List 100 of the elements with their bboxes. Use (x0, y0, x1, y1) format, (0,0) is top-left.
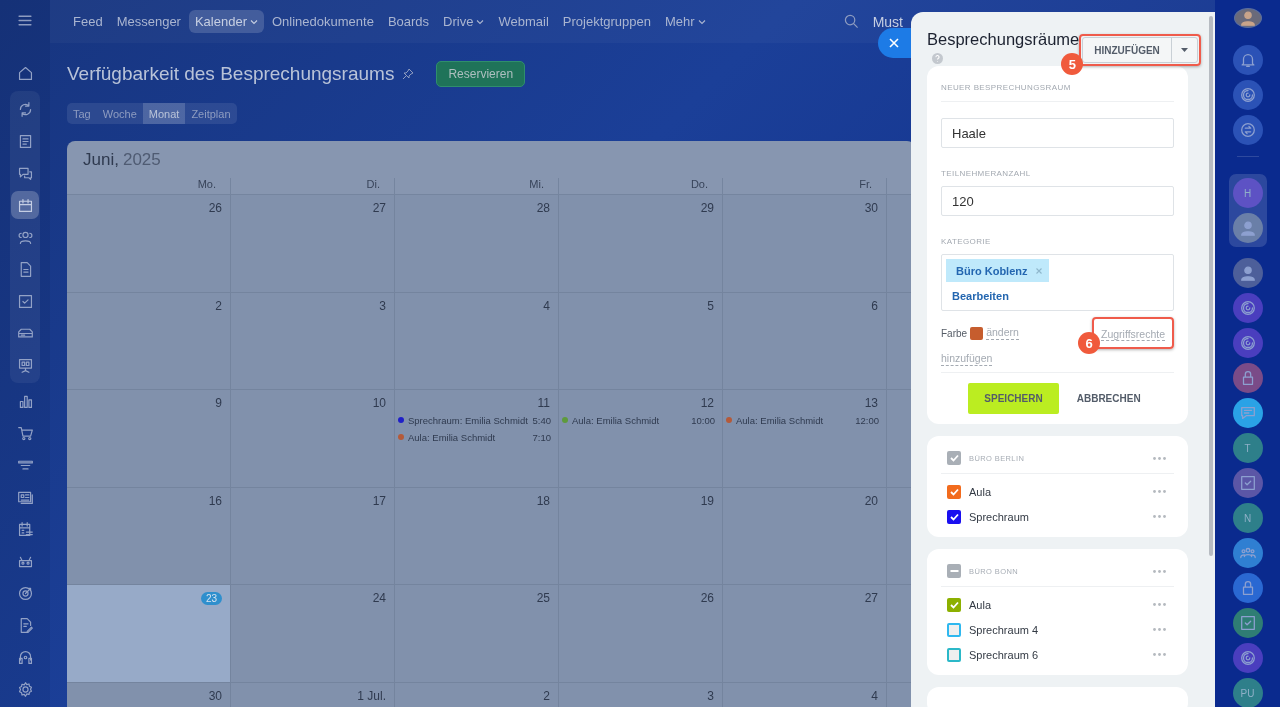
text-field[interactable]: Haale (941, 118, 1174, 148)
calendar-day-cell[interactable]: 29 (559, 195, 723, 293)
calendar-day-cell[interactable]: 11 Sprechraum: Emilia Schmidt 5:40 Aula: Emilia Schmidt 7:10 (395, 390, 559, 488)
scrollbar[interactable] (1209, 16, 1213, 556)
day-number: 4 (871, 688, 878, 703)
calendar-day-cell[interactable]: 1 Jul. (231, 682, 395, 707)
view-tab[interactable]: Zeitplan (185, 103, 237, 124)
sidebar-button[interactable] (1232, 398, 1263, 428)
calendar-day-cell[interactable]: 18 (395, 487, 559, 585)
calendar-day-cell[interactable]: 23 (67, 585, 231, 683)
save-button[interactable]: SPEICHERN (968, 383, 1059, 414)
reserve-button[interactable]: Reservieren (436, 61, 526, 87)
user-avatar[interactable]: T (1232, 433, 1263, 463)
calendar-day-cell[interactable]: 3 (559, 682, 723, 707)
checkbox[interactable] (947, 597, 961, 612)
section-heading: NEUER BESPRECHUNGSRAUM (941, 83, 1072, 92)
day-number: 19 (700, 493, 714, 508)
view-tab[interactable]: Woche (96, 103, 143, 124)
category-field[interactable]: Büro Koblenz Bearbeiten (941, 254, 1174, 311)
user-avatar[interactable]: N (1232, 503, 1263, 533)
calendar-day-cell[interactable]: 16 (67, 487, 231, 585)
sidebar-button[interactable] (1232, 573, 1263, 603)
user-name[interactable]: Must (872, 14, 903, 29)
calendar-day-cell[interactable]: 19 (559, 487, 723, 585)
checkbox[interactable] (947, 451, 961, 465)
calendar-day-cell[interactable]: 25 (395, 585, 559, 683)
sidebar-button[interactable] (1232, 538, 1263, 568)
text-field[interactable]: 120 (941, 186, 1174, 216)
calendar-day-cell[interactable]: 4 (723, 682, 887, 707)
sidebar-button[interactable] (1232, 293, 1263, 323)
calendar-day-cell[interactable]: 12 Aula: Emilia Schmidt 10:00 (559, 390, 723, 488)
add-link[interactable]: hinzufügen (941, 352, 993, 366)
sidebar-button[interactable] (1232, 608, 1263, 638)
calendar-day-cell[interactable]: 13 Aula: Emilia Schmidt 12:00 (723, 390, 887, 488)
person-icon (1238, 219, 1257, 237)
view-tab[interactable]: Monat (142, 103, 186, 124)
sidebar-button[interactable] (1232, 468, 1263, 498)
calendar-day-cell[interactable]: 2 (67, 292, 231, 390)
calendar-day-cell[interactable]: 2 (395, 682, 559, 707)
sidebar-button[interactable] (1232, 328, 1263, 358)
calendar-day-cell[interactable]: 24 (231, 585, 395, 683)
event-title[interactable]: Aula: Emilia Schmidt (736, 414, 856, 426)
nav-item[interactable]: Boards (381, 10, 436, 33)
user-avatar[interactable] (1233, 8, 1262, 28)
sidebar-button[interactable] (1232, 643, 1263, 673)
user-avatar[interactable] (1232, 258, 1263, 288)
sidebar-button[interactable] (1232, 363, 1263, 393)
calendar-day-cell[interactable]: 30 (723, 195, 887, 293)
category-tag[interactable]: Büro Koblenz (946, 259, 1049, 282)
check-icon (949, 487, 959, 496)
user-avatar[interactable] (1232, 213, 1263, 243)
user-avatar[interactable]: H (1232, 178, 1263, 208)
calendar-day-cell[interactable]: 28 (395, 195, 559, 293)
view-tab[interactable]: Tag (67, 103, 97, 124)
access-rights-link[interactable]: Zugriffsrechte (1101, 328, 1165, 341)
calendar-day-cell[interactable]: 27 (231, 195, 395, 293)
calendar-day-cell[interactable]: 17 (231, 487, 395, 585)
cancel-button[interactable]: ABBRECHEN (1070, 392, 1147, 405)
calendar-day-cell[interactable]: 9 (67, 390, 231, 488)
nav-item[interactable]: Drive (437, 10, 491, 33)
checkbox[interactable] (947, 564, 961, 578)
sidebar-button[interactable] (1232, 115, 1263, 145)
checkbox[interactable] (947, 622, 961, 637)
event-title[interactable]: Sprechraum: Emilia Schmidt (408, 414, 533, 426)
calendar-day-cell[interactable]: 4 (395, 292, 559, 390)
nav-item[interactable]: Onlinedokumente (266, 10, 380, 33)
sidebar-item[interactable] (11, 191, 39, 219)
calendar-day-cell[interactable]: 26 (559, 585, 723, 683)
nav-item[interactable]: Mehr (658, 10, 712, 33)
calendar-day-cell[interactable]: 5 (559, 292, 723, 390)
checkbox[interactable] (947, 509, 961, 524)
day-number: 17 (372, 493, 386, 508)
user-avatar[interactable]: PU (1232, 678, 1263, 707)
calendar-day-cell[interactable]: 27 (723, 585, 887, 683)
calendar-day-cell[interactable]: 30 (67, 682, 231, 707)
nav-item[interactable]: Feed (67, 10, 109, 33)
sidebar-button[interactable] (1232, 80, 1263, 110)
spiral-icon (1238, 649, 1257, 667)
calendar-day-cell[interactable]: 6 (723, 292, 887, 390)
color-swatch[interactable] (970, 326, 984, 340)
edit-link[interactable]: Bearbeiten (946, 290, 1009, 302)
checkbox[interactable] (947, 484, 961, 499)
event-title[interactable]: Aula: Emilia Schmidt (572, 414, 692, 426)
calendar-day-cell[interactable]: 20 (723, 487, 887, 585)
event-title[interactable]: Aula: Emilia Schmidt (408, 431, 533, 443)
task-icon (1238, 614, 1257, 632)
checkbox[interactable] (947, 647, 961, 662)
check-icon (949, 512, 959, 521)
calendar-day-cell[interactable]: 26 (67, 195, 231, 293)
change-link[interactable]: ändern (986, 326, 1019, 340)
calendar-day-cell[interactable]: 10 (231, 390, 395, 488)
pin-icon[interactable] (402, 68, 415, 80)
nav-item[interactable]: Webmail (492, 10, 555, 33)
close-button[interactable] (878, 28, 911, 58)
calendar-day-cell[interactable]: 3 (231, 292, 395, 390)
search-icon[interactable] (843, 14, 859, 29)
nav-item[interactable]: Kalender (188, 10, 264, 33)
nav-item[interactable]: Projektgruppen (556, 10, 657, 33)
nav-item[interactable]: Messenger (110, 10, 187, 33)
sidebar-button[interactable] (1232, 45, 1263, 75)
